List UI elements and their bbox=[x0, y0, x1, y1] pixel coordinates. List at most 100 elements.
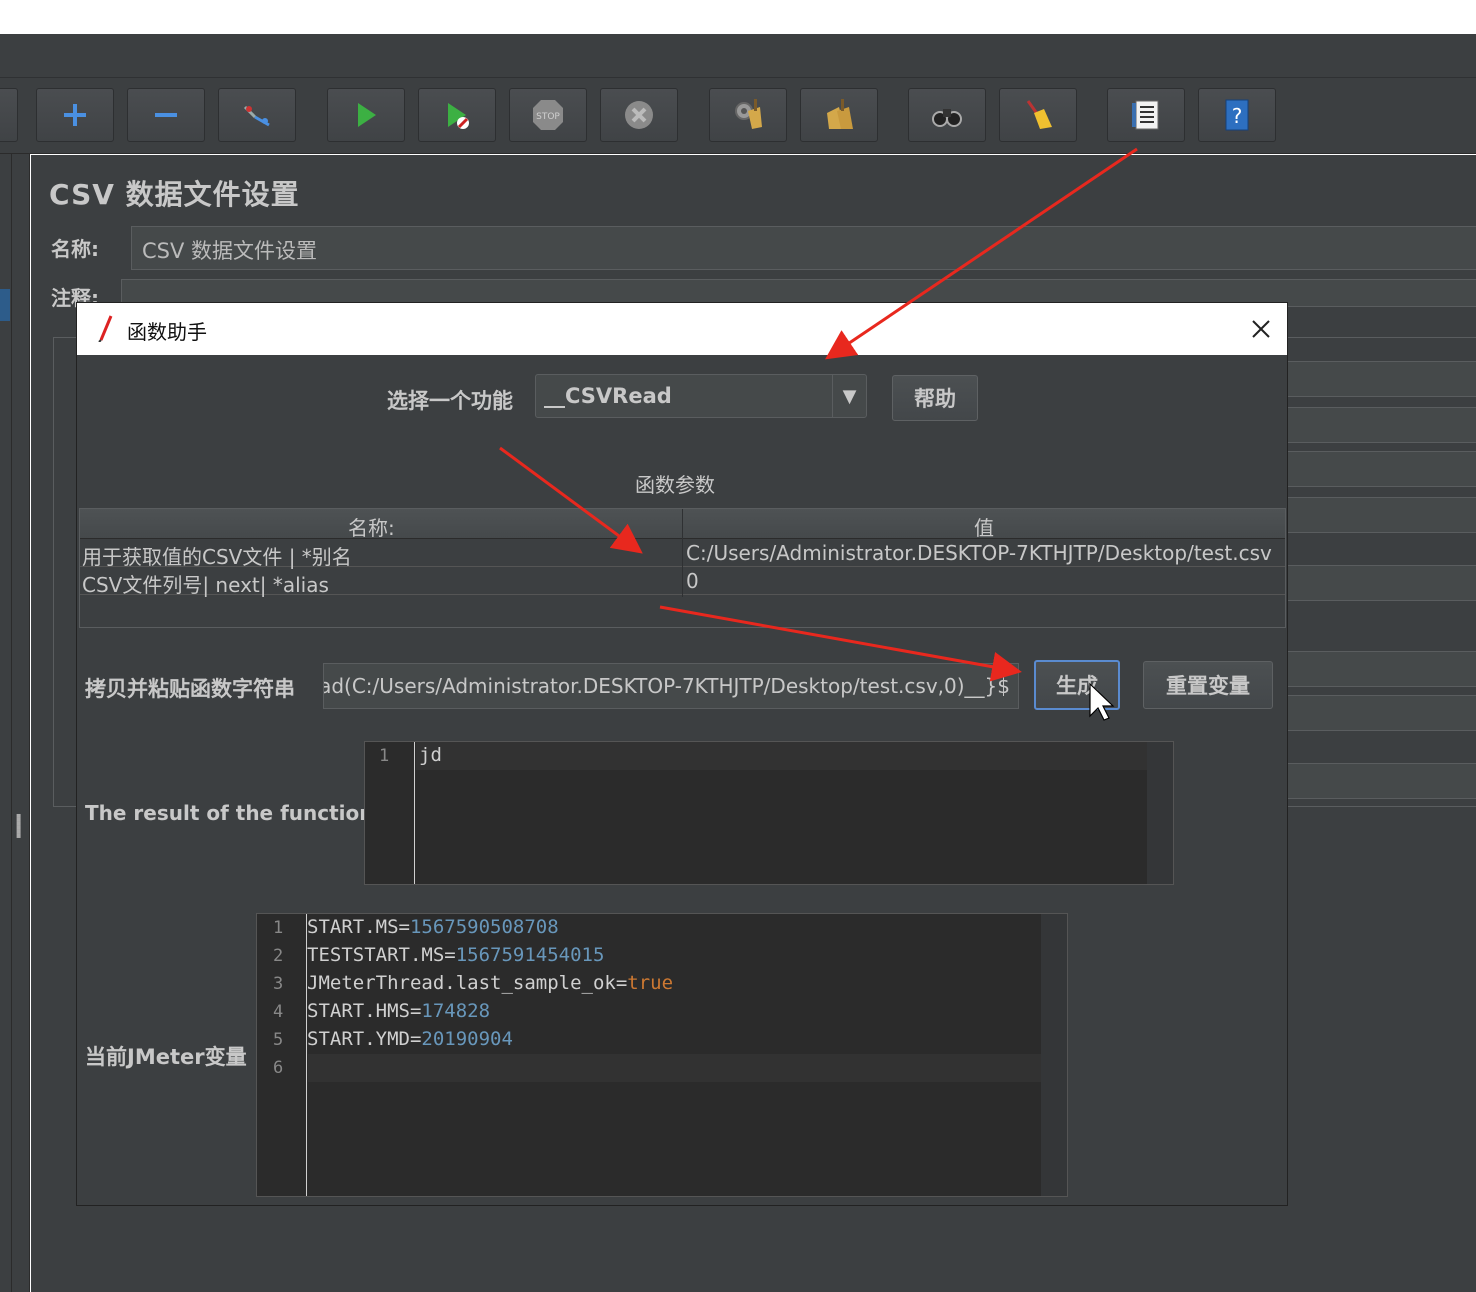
variable-line[interactable]: START.YMD=20190904 bbox=[307, 1028, 513, 1050]
feather-icon bbox=[98, 315, 113, 342]
play-icon bbox=[358, 103, 376, 127]
remove-button[interactable] bbox=[127, 88, 205, 142]
search-button[interactable] bbox=[908, 88, 986, 142]
param-value-cell[interactable]: 0 bbox=[686, 569, 1282, 593]
scrollbar[interactable] bbox=[1041, 914, 1067, 1196]
start-button[interactable] bbox=[327, 88, 405, 142]
function-select-value: __CSVRead bbox=[544, 384, 672, 408]
close-icon[interactable] bbox=[1247, 315, 1275, 343]
line-number: 5 bbox=[273, 1030, 284, 1050]
reset-search-button[interactable] bbox=[999, 88, 1077, 142]
line-number: 3 bbox=[273, 974, 284, 994]
variable-key: TESTSTART.MS= bbox=[307, 944, 456, 966]
variable-value: 20190904 bbox=[421, 1028, 513, 1050]
param-name-cell[interactable]: 用于获取值的CSV文件 | *别名 bbox=[82, 541, 678, 570]
tree-panel-edge bbox=[0, 154, 12, 1292]
variable-line[interactable]: TESTSTART.MS=1567591454015 bbox=[307, 944, 604, 966]
settings-field[interactable] bbox=[1286, 651, 1476, 687]
chevron-down-icon[interactable]: ▼ bbox=[832, 375, 866, 417]
function-list-icon bbox=[1132, 100, 1159, 130]
play-no-timer-icon bbox=[448, 103, 469, 129]
variable-key: START.HMS= bbox=[307, 1000, 422, 1022]
scrollbar[interactable] bbox=[1147, 742, 1173, 884]
generate-button[interactable]: 生成 bbox=[1034, 660, 1120, 710]
name-label: 名称: bbox=[51, 237, 99, 261]
function-string-field[interactable]: ${__CSVRead(C:/Users/Administrator.DESKT… bbox=[323, 663, 1019, 709]
function-helper-button[interactable] bbox=[1107, 88, 1185, 142]
help-button[interactable]: ? bbox=[1198, 88, 1276, 142]
variable-value: true bbox=[627, 972, 674, 994]
param-name-cell[interactable]: CSV文件列号| next| *alias bbox=[82, 569, 678, 598]
settings-field[interactable] bbox=[1286, 361, 1476, 397]
tree-selection-marker bbox=[0, 289, 10, 321]
svg-text:?: ? bbox=[1232, 104, 1243, 128]
add-button[interactable] bbox=[36, 88, 114, 142]
reset-variables-button[interactable]: 重置变量 bbox=[1143, 661, 1273, 709]
line-number: 1 bbox=[379, 746, 390, 766]
param-value-cell[interactable]: C:/Users/Administrator.DESKTOP-7KTHJTP/D… bbox=[686, 541, 1282, 565]
variable-key: START.MS= bbox=[307, 916, 410, 938]
jmeter-window: STOP ? ▪ ▪ ▪ ▪ ▪ ▪ CSV 数据文件设置 名称: CSV 数据文件设置 … bbox=[0, 0, 1476, 1292]
params-heading: 函数参数 bbox=[635, 473, 715, 497]
variable-value: 1567591454015 bbox=[455, 944, 605, 966]
line-number: 2 bbox=[273, 946, 284, 966]
variable-value: 174828 bbox=[421, 1000, 491, 1022]
toggle-icon bbox=[243, 105, 270, 127]
svg-text:STOP: STOP bbox=[536, 112, 560, 122]
clear-all-broom-icon bbox=[827, 99, 853, 129]
help-button[interactable]: 帮助 bbox=[892, 375, 978, 421]
settings-field[interactable] bbox=[1286, 407, 1476, 443]
clear-broom-gear-icon bbox=[735, 99, 762, 129]
settings-field[interactable] bbox=[1286, 565, 1476, 601]
copy-paste-label: 拷贝并粘贴函数字符串 bbox=[85, 677, 295, 701]
toolbar-partial-button[interactable] bbox=[0, 88, 18, 142]
function-select[interactable]: __CSVRead ▼ bbox=[535, 374, 867, 418]
current-line-highlight bbox=[416, 742, 1148, 770]
stop-button[interactable]: STOP bbox=[509, 88, 587, 142]
column-divider bbox=[682, 509, 683, 597]
splitter-grip[interactable]: ▪ ▪ ▪ ▪ ▪ ▪ bbox=[16, 812, 24, 844]
column-header-name[interactable]: 名称: bbox=[348, 512, 395, 541]
settings-field[interactable] bbox=[1286, 763, 1476, 799]
minus-icon bbox=[155, 113, 177, 117]
settings-field[interactable] bbox=[1286, 695, 1476, 731]
split-pane-divider[interactable]: ▪ ▪ ▪ ▪ ▪ ▪ bbox=[12, 154, 30, 1292]
current-line-highlight bbox=[308, 1054, 1041, 1082]
broom-icon bbox=[1026, 100, 1052, 129]
page-title: CSV 数据文件设置 bbox=[49, 178, 300, 211]
result-editor[interactable]: 1 jd bbox=[364, 741, 1174, 885]
dialog-title: 函数助手 bbox=[127, 320, 207, 344]
binoculars-icon bbox=[932, 109, 962, 127]
variable-key: START.YMD= bbox=[307, 1028, 422, 1050]
menu-bar bbox=[0, 34, 1476, 78]
result-label: The result of the function is bbox=[85, 801, 400, 825]
variable-line[interactable]: JMeterThread.last_sample_ok=true bbox=[307, 972, 673, 994]
variable-line[interactable]: START.MS=1567590508708 bbox=[307, 916, 559, 938]
jmeter-variables-label: 当前JMeter变量 bbox=[85, 1045, 247, 1069]
shutdown-icon bbox=[625, 101, 653, 129]
plus-icon bbox=[64, 104, 86, 126]
shutdown-button[interactable] bbox=[600, 88, 678, 142]
line-number: 6 bbox=[273, 1058, 284, 1078]
settings-field[interactable] bbox=[1286, 451, 1476, 487]
variable-line[interactable]: START.HMS=174828 bbox=[307, 1000, 490, 1022]
result-text[interactable]: jd bbox=[419, 744, 442, 766]
window-top-margin bbox=[0, 0, 1476, 34]
column-header-value[interactable]: 值 bbox=[974, 512, 994, 541]
line-number: 4 bbox=[273, 1002, 284, 1022]
settings-field[interactable] bbox=[1286, 497, 1476, 533]
dialog-titlebar: 函数助手 bbox=[77, 303, 1287, 355]
clear-all-button[interactable] bbox=[800, 88, 878, 142]
variable-value: 1567590508708 bbox=[409, 916, 559, 938]
toggle-button[interactable] bbox=[218, 88, 296, 142]
variable-key: JMeterThread.last_sample_ok= bbox=[307, 972, 628, 994]
start-no-pause-button[interactable] bbox=[418, 88, 496, 142]
name-field[interactable]: CSV 数据文件设置 bbox=[131, 226, 1476, 270]
line-gutter bbox=[365, 742, 415, 884]
function-helper-dialog: 函数助手 选择一个功能 __CSVRead ▼ 帮助 函数参数 名称: 值 用于… bbox=[76, 302, 1288, 1206]
help-book-icon: ? bbox=[1225, 99, 1249, 131]
toolbar: STOP ? bbox=[0, 78, 1476, 154]
clear-button[interactable] bbox=[709, 88, 787, 142]
variables-editor[interactable]: 1 2 3 4 5 6 START.MS=1567590508708 TESTS… bbox=[256, 913, 1068, 1197]
select-function-label: 选择一个功能 bbox=[387, 389, 513, 413]
